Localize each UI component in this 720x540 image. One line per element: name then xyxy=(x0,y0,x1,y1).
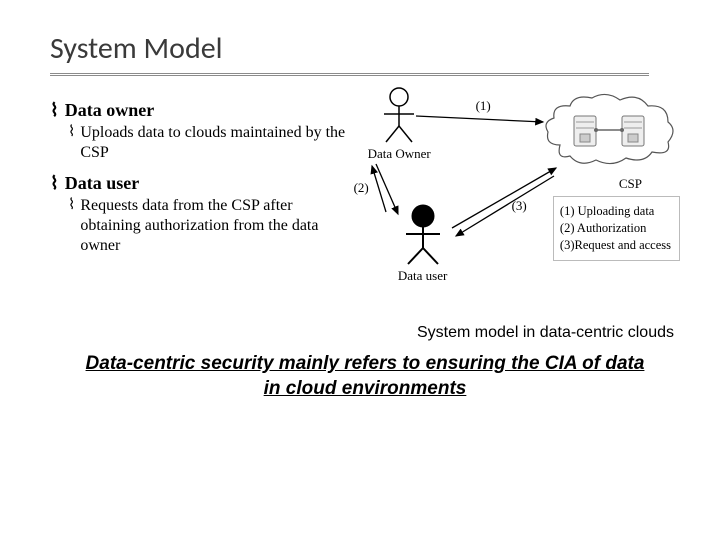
diagram-column: Data Owner Data user xyxy=(358,86,680,306)
cloud-icon xyxy=(540,90,680,174)
bullet-text: Requests data from the CSP after obtaini… xyxy=(80,196,347,256)
stick-figure-icon xyxy=(376,86,422,144)
slide-title: System Model xyxy=(50,30,649,76)
stick-figure-icon xyxy=(398,204,448,266)
bullet-heading: Data owner xyxy=(65,100,154,121)
system-diagram: Data Owner Data user xyxy=(358,86,680,306)
arrow-label-3: (3) xyxy=(512,198,527,214)
bullet-text: Uploads data to clouds maintained by the… xyxy=(80,123,347,163)
bullet-heading: Data user xyxy=(65,173,140,194)
bullet-column: ⌇ Data owner ⌇ Uploads data to clouds ma… xyxy=(50,86,348,306)
bullet-data-user-sub: ⌇ Requests data from the CSP after obtai… xyxy=(68,196,348,256)
legend-line: (2) Authorization xyxy=(560,220,671,237)
actor-data-user: Data user xyxy=(398,204,448,284)
slide-body: System Model ⌇ Data owner ⌇ Uploads data… xyxy=(0,0,720,421)
bullet-data-owner: ⌇ Data owner xyxy=(50,100,348,121)
bullet-icon: ⌇ xyxy=(50,100,59,121)
actor-label: Data Owner xyxy=(368,146,431,162)
bullet-icon: ⌇ xyxy=(68,123,75,142)
bullet-data-owner-sub: ⌇ Uploads data to clouds maintained by t… xyxy=(68,123,348,163)
bullet-data-user: ⌇ Data user xyxy=(50,173,348,194)
diagram-caption: System model in data-centric clouds xyxy=(50,324,674,342)
arrow-label-2: (2) xyxy=(354,180,369,196)
legend-line: (1) Uploading data xyxy=(560,203,671,220)
csp-label: CSP xyxy=(619,176,642,192)
arrow-label-1: (1) xyxy=(476,98,491,114)
actor-data-owner: Data Owner xyxy=(368,86,431,162)
content-row: ⌇ Data owner ⌇ Uploads data to clouds ma… xyxy=(50,86,680,306)
actor-label: Data user xyxy=(398,268,448,284)
highlight-statement: Data-centric security mainly refers to e… xyxy=(80,352,650,401)
legend-line: (3)Request and access xyxy=(560,237,671,254)
diagram-legend: (1) Uploading data (2) Authorization (3)… xyxy=(553,196,680,261)
bullet-icon: ⌇ xyxy=(50,173,59,194)
bullet-icon: ⌇ xyxy=(68,196,75,215)
csp-cloud xyxy=(540,90,680,174)
